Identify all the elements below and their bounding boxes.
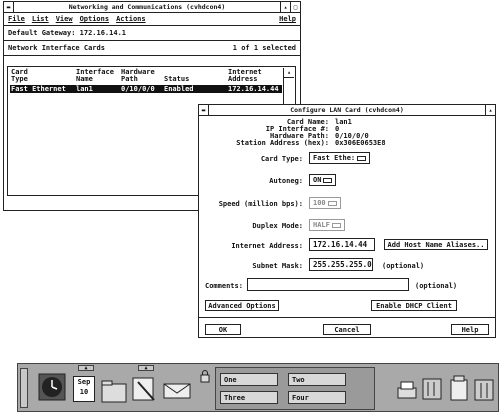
- menu-help[interactable]: Help: [279, 15, 296, 23]
- section-title: Network Interface Cards: [8, 44, 105, 52]
- menu-bar: File List View Options Actions Help: [4, 13, 300, 26]
- panel-handle[interactable]: [20, 368, 28, 408]
- option-menu-icon: [327, 200, 337, 206]
- speed-label: Speed (million bps):: [218, 200, 303, 208]
- col-status[interactable]: Status: [164, 76, 189, 83]
- trash-icon[interactable]: [472, 372, 496, 404]
- card-type-label: Card Type:: [260, 155, 303, 163]
- workspace-two[interactable]: Two: [288, 373, 346, 386]
- row-status: Enabled: [164, 85, 194, 93]
- speed-select[interactable]: 100: [309, 197, 341, 209]
- advanced-options-button[interactable]: Advanced Options: [205, 300, 279, 311]
- menu-view[interactable]: View: [56, 15, 73, 23]
- style-manager-icon[interactable]: [420, 374, 444, 404]
- lock-icon[interactable]: [198, 369, 212, 383]
- option-menu-icon: [331, 222, 341, 228]
- workspace-switch: One Two Three Four: [215, 367, 375, 410]
- text-editor-icon[interactable]: [130, 374, 158, 404]
- default-gateway: Default Gateway: 172.16.14.1: [4, 26, 300, 41]
- enable-dhcp-button[interactable]: Enable DHCP Client: [371, 300, 457, 311]
- clock-icon[interactable]: [38, 373, 66, 401]
- minimize-icon[interactable]: ▴: [485, 105, 495, 115]
- selected-count: 1 of 1 selected: [232, 44, 296, 52]
- cards-header: Network Interface Cards 1 of 1 selected: [4, 41, 300, 56]
- subnet-mask-field[interactable]: 255.255.255.0: [309, 258, 373, 271]
- help-button[interactable]: Help: [451, 324, 489, 335]
- info-values: lan1 0 0/10/0/0 0x306E0653E8: [335, 118, 386, 147]
- subpanel-arrow-icon[interactable]: ▲: [78, 365, 94, 371]
- workspace-three[interactable]: Three: [220, 391, 278, 404]
- window-menu-icon[interactable]: ▬: [4, 2, 14, 12]
- optional-note: (optional): [415, 282, 458, 290]
- optional-note: (optional): [382, 262, 425, 270]
- calendar-day: 10: [79, 388, 89, 396]
- internet-address-field[interactable]: 172.16.14.44: [309, 238, 375, 251]
- file-manager-icon[interactable]: [100, 374, 128, 404]
- info-labels: Card Name: IP Interface #: Hardware Path…: [236, 118, 329, 147]
- workspace-four[interactable]: Four: [288, 391, 346, 404]
- add-aliases-button[interactable]: Add Host Name Aliases..: [384, 239, 488, 250]
- duplex-label: Duplex Mode:: [252, 222, 303, 230]
- menu-options[interactable]: Options: [80, 15, 110, 23]
- net-titlebar[interactable]: ▬ Networking and Communications (cvhdcon…: [4, 2, 300, 13]
- cancel-button[interactable]: Cancel: [323, 324, 371, 335]
- maximize-icon[interactable]: □: [290, 2, 300, 12]
- subnet-mask-label: Subnet Mask:: [252, 262, 303, 270]
- workspace-one[interactable]: One: [220, 373, 278, 386]
- card-type-select[interactable]: Fast Ethe:: [309, 152, 371, 164]
- col-hardware-path[interactable]: Hardware Path: [121, 69, 155, 83]
- menu-file[interactable]: File: [8, 15, 25, 23]
- ok-button[interactable]: OK: [205, 324, 241, 335]
- autoneg-label: Autoneg:: [269, 177, 303, 185]
- dialog-title: Configure LAN Card (cvhdcon4): [290, 106, 404, 114]
- option-menu-icon: [323, 177, 333, 183]
- minimize-icon[interactable]: ▴: [280, 2, 290, 12]
- calendar-month: Sep: [77, 378, 91, 386]
- autoneg-select[interactable]: ON: [309, 174, 337, 186]
- subpanel-arrow-icon[interactable]: ▲: [138, 365, 154, 371]
- option-menu-icon: [357, 155, 367, 161]
- menu-list[interactable]: List: [32, 15, 49, 23]
- window-menu-icon[interactable]: ▬: [199, 105, 209, 115]
- comments-label: Comments:: [205, 282, 243, 290]
- row-internet-address: 172.16.14.44: [228, 85, 279, 93]
- divider: [199, 317, 495, 318]
- calendar-icon[interactable]: Sep 10: [73, 376, 95, 402]
- row-interface-name: lan1: [76, 85, 93, 93]
- net-window-title: Networking and Communications (cvhdcon4): [68, 3, 226, 11]
- col-internet-address[interactable]: Internet Address: [228, 69, 262, 83]
- dialog-titlebar[interactable]: ▬ Configure LAN Card (cvhdcon4) ▴: [199, 105, 495, 116]
- scroll-up-icon[interactable]: ▴: [284, 68, 294, 78]
- printer-icon[interactable]: [396, 376, 418, 404]
- duplex-select[interactable]: HALF: [309, 219, 345, 231]
- comments-field[interactable]: [247, 278, 409, 291]
- row-hardware-path: 0/10/0/0: [121, 85, 155, 93]
- menu-actions[interactable]: Actions: [116, 15, 146, 23]
- mailer-icon[interactable]: [161, 374, 193, 404]
- internet-address-label: Internet Address:: [231, 242, 303, 250]
- configure-lan-dialog: ▬ Configure LAN Card (cvhdcon4) ▴ Card N…: [198, 104, 496, 338]
- col-card-type[interactable]: Card Type: [11, 69, 28, 83]
- table-row[interactable]: Fast Ethernet lan1 0/10/0/0 Enabled 172.…: [10, 85, 282, 93]
- row-card-type: Fast Ethernet: [11, 85, 66, 93]
- front-panel: Sep 10 ▲ ▲ One Two Three Four: [17, 363, 499, 412]
- col-interface-name[interactable]: Interface Name: [76, 69, 114, 83]
- app-manager-icon[interactable]: [448, 372, 470, 404]
